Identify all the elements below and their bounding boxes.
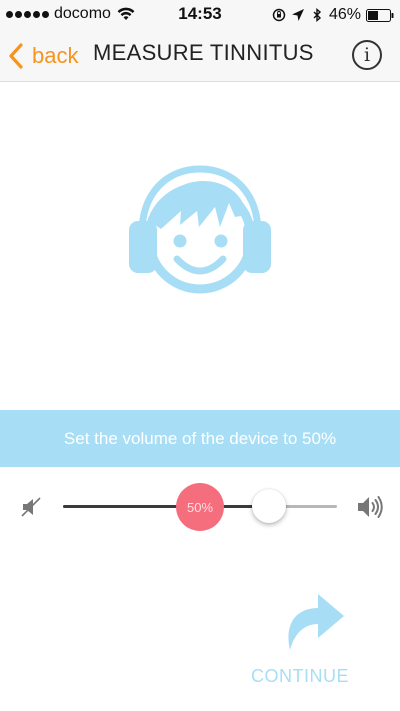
- status-bar: docomo 14:53 46%: [0, 0, 400, 30]
- continue-button[interactable]: CONTINUE: [244, 586, 356, 690]
- speaker-loud-icon: [358, 496, 383, 518]
- continue-label: CONTINUE: [251, 666, 349, 686]
- bluetooth-icon: [313, 8, 322, 22]
- nav-bar: back MEASURE TINNITUS i: [0, 30, 400, 82]
- volume-slider-thumb[interactable]: [251, 489, 286, 523]
- location-arrow-icon: [291, 9, 304, 21]
- status-right: 46%: [272, 6, 394, 24]
- info-button[interactable]: i: [352, 40, 382, 70]
- speaker-mute-icon: [21, 497, 41, 517]
- volume-slider-fill: [63, 505, 269, 508]
- target-volume-marker: 50%: [176, 483, 224, 531]
- back-button[interactable]: back: [8, 38, 78, 74]
- page-title: MEASURE TINNITUS: [93, 40, 314, 65]
- back-label: back: [32, 43, 79, 68]
- curved-arrow-right-icon: [288, 594, 344, 650]
- orientation-lock-icon: [272, 8, 286, 22]
- instruction-banner: Set the volume of the device to 50%: [0, 410, 400, 467]
- battery-icon: [366, 8, 394, 22]
- headphones-face-icon: [129, 165, 271, 294]
- chevron-left-icon: [9, 43, 23, 69]
- screen: docomo 14:53 46% back MEASURE TINNITUS i…: [0, 0, 400, 711]
- battery-percent: 46%: [328, 6, 361, 23]
